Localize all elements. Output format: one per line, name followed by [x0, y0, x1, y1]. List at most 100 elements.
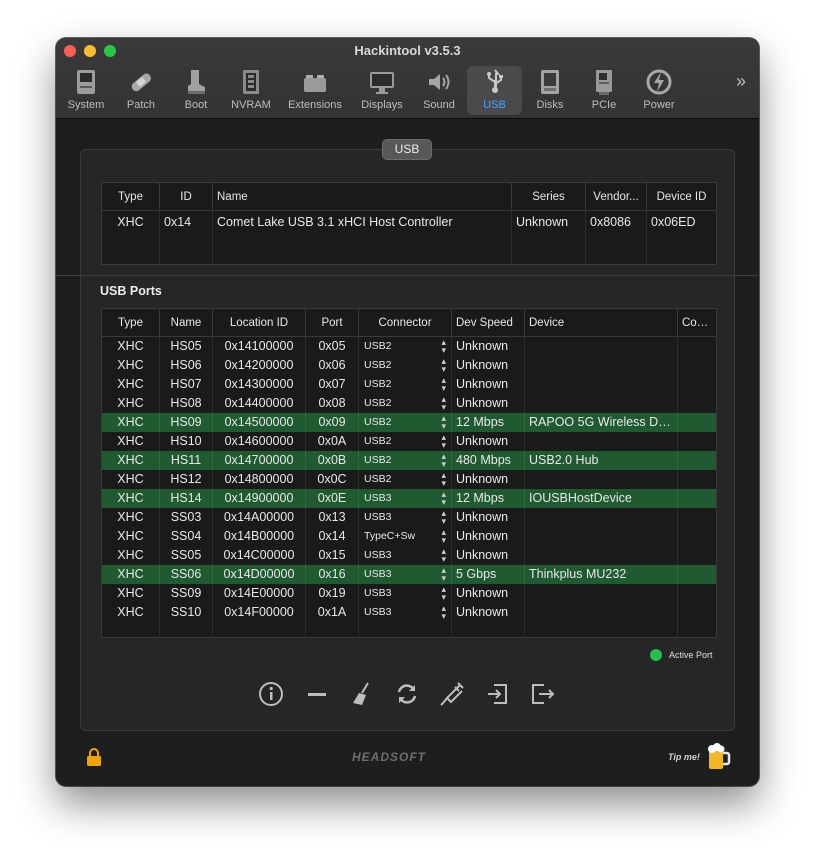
- lock-icon[interactable]: [85, 747, 103, 772]
- port-comment: [677, 564, 717, 584]
- port-row[interactable]: XHC HS10 0x14600000 0x0A USB2 ▴ ▾ Unknown: [101, 431, 717, 451]
- port-device: [524, 526, 678, 546]
- connector-value: USB3: [364, 606, 392, 618]
- port-device: Thinkplus MU232: [524, 564, 678, 584]
- port-row[interactable]: XHC SS10 0x14F00000 0x1A USB3 ▴ ▾ Unknown: [101, 602, 717, 622]
- port-connector-select[interactable]: USB2 ▴ ▾: [358, 431, 452, 451]
- port-connector-select[interactable]: USB2 ▴ ▾: [358, 336, 452, 356]
- toolbar-sound[interactable]: Sound: [414, 66, 464, 115]
- column-header[interactable]: Type: [101, 308, 160, 337]
- chevron-updown-icon: ▴ ▾: [441, 584, 446, 602]
- column-header[interactable]: Vendor...: [585, 182, 647, 211]
- port-row[interactable]: XHC HS07 0x14300000 0x07 USB2 ▴ ▾ Unknown: [101, 374, 717, 394]
- beer-mug-icon[interactable]: [706, 742, 732, 777]
- import-icon[interactable]: [483, 679, 513, 709]
- column-header[interactable]: Location ID: [212, 308, 306, 337]
- port-dev-speed: Unknown: [451, 431, 525, 451]
- column-header[interactable]: Device: [524, 308, 678, 337]
- port-row[interactable]: XHC SS06 0x14D00000 0x16 USB3 ▴ ▾ 5 Gbps Thinkpl…: [101, 564, 717, 584]
- port-connector-select[interactable]: USB2 ▴ ▾: [358, 355, 452, 375]
- remove-icon[interactable]: [302, 679, 332, 709]
- inject-syringe-icon[interactable]: [437, 679, 467, 709]
- column-header[interactable]: ID: [159, 182, 213, 211]
- connector-value: USB2: [364, 454, 392, 466]
- port-row[interactable]: XHC HS06 0x14200000 0x06 USB2 ▴ ▾ Unknown: [101, 355, 717, 375]
- column-header[interactable]: Comm: [677, 308, 717, 337]
- export-icon[interactable]: [528, 679, 558, 709]
- port-row[interactable]: XHC SS09 0x14E00000 0x19 USB3 ▴ ▾ Unknown: [101, 583, 717, 603]
- toolbar-nvram[interactable]: NVRAM: [226, 66, 276, 115]
- toolbar-boot[interactable]: Boot: [171, 66, 221, 115]
- column-header[interactable]: Port: [305, 308, 359, 337]
- port-device: USB2.0 Hub: [524, 450, 678, 470]
- port-connector-select[interactable]: USB3 ▴ ▾: [358, 545, 452, 565]
- chevron-updown-icon: ▴ ▾: [441, 527, 446, 545]
- toolbar-label: Displays: [361, 99, 403, 111]
- toolbar-system[interactable]: System: [61, 66, 111, 115]
- toolbar-usb[interactable]: USB: [467, 66, 522, 115]
- broom-icon[interactable]: [347, 679, 377, 709]
- column-header[interactable]: Device ID: [646, 182, 717, 211]
- port-connector-select[interactable]: USB3 ▴ ▾: [358, 583, 452, 603]
- column-header[interactable]: Name: [212, 182, 512, 211]
- port-row[interactable]: XHC HS11 0x14700000 0x0B USB2 ▴ ▾ 480 Mbps USB2.…: [101, 450, 717, 470]
- port-row[interactable]: XHC SS05 0x14C00000 0x15 USB3 ▴ ▾ Unknown: [101, 545, 717, 565]
- port-row[interactable]: XHC HS09 0x14500000 0x09 USB2 ▴ ▾ 12 Mbps RAPOO …: [101, 412, 717, 432]
- column-header[interactable]: Series: [511, 182, 586, 211]
- tip-me-label: Tip me!: [668, 752, 700, 762]
- window-title: Hackintool v3.5.3: [354, 43, 461, 58]
- port-type: XHC: [101, 431, 160, 451]
- port-name: SS09: [159, 583, 213, 603]
- port-row[interactable]: XHC SS04 0x14B00000 0x14 TypeC+Sw ▴ ▾ Unknown: [101, 526, 717, 546]
- table-filler: [101, 621, 717, 638]
- port-connector-select[interactable]: TypeC+Sw ▴ ▾: [358, 526, 452, 546]
- toolbar-label: Disks: [536, 99, 564, 111]
- port-connector-select[interactable]: USB3 ▴ ▾: [358, 564, 452, 584]
- column-header[interactable]: Name: [159, 308, 213, 337]
- port-connector-select[interactable]: USB2 ▴ ▾: [358, 374, 452, 394]
- controller-device-id: 0x06ED: [651, 215, 696, 229]
- toolbar-overflow-chevron-icon[interactable]: »: [736, 71, 746, 92]
- controller-table[interactable]: Type ID Name Series Vendor... Device ID …: [101, 182, 717, 265]
- port-connector-select[interactable]: USB2 ▴ ▾: [358, 450, 452, 470]
- port-row[interactable]: XHC HS14 0x14900000 0x0E USB3 ▴ ▾ 12 Mbps IOUSBH…: [101, 488, 717, 508]
- port-row[interactable]: XHC HS08 0x14400000 0x08 USB2 ▴ ▾ Unknown: [101, 393, 717, 413]
- toolbar-power[interactable]: Power: [634, 66, 684, 115]
- port-connector-select[interactable]: USB2 ▴ ▾: [358, 393, 452, 413]
- chevron-updown-icon: ▴ ▾: [441, 565, 446, 583]
- empty-cell: [305, 621, 359, 638]
- column-header[interactable]: Type: [101, 182, 160, 211]
- port-row[interactable]: XHC SS03 0x14A00000 0x13 USB3 ▴ ▾ Unknown: [101, 507, 717, 527]
- usb-ports-table[interactable]: Type Name Location ID Port Connector Dev…: [101, 308, 717, 638]
- chevron-updown-icon: ▴ ▾: [441, 394, 446, 412]
- port-row[interactable]: XHC HS12 0x14800000 0x0C USB2 ▴ ▾ Unknown: [101, 469, 717, 489]
- port-dev-speed: Unknown: [451, 336, 525, 356]
- toolbar-patch[interactable]: Patch: [116, 66, 166, 115]
- port-dev-speed: Unknown: [451, 469, 525, 489]
- port-connector-select[interactable]: USB3 ▴ ▾: [358, 602, 452, 622]
- port-connector-select[interactable]: USB3 ▴ ▾: [358, 507, 452, 527]
- port-row[interactable]: XHC HS05 0x14100000 0x05 USB2 ▴ ▾ Unknown: [101, 336, 717, 356]
- usb-ports-heading: USB Ports: [100, 284, 162, 298]
- port-connector-select[interactable]: USB2 ▴ ▾: [358, 412, 452, 432]
- toolbar-pcie[interactable]: PCIe: [579, 66, 629, 115]
- controller-row[interactable]: XHC 0x14 Comet Lake USB 3.1 xHCI Host Co…: [101, 210, 717, 265]
- connector-value: USB3: [364, 587, 392, 599]
- port-number: 0x15: [305, 545, 359, 565]
- toolbar-disks[interactable]: Disks: [525, 66, 575, 115]
- column-header[interactable]: Connector: [358, 308, 452, 337]
- refresh-icon[interactable]: [392, 679, 422, 709]
- port-connector-select[interactable]: USB2 ▴ ▾: [358, 469, 452, 489]
- connector-value: USB2: [364, 378, 392, 390]
- toolbar-extensions[interactable]: Extensions: [282, 66, 348, 115]
- info-icon[interactable]: [256, 679, 286, 709]
- port-type: XHC: [101, 583, 160, 603]
- port-connector-select[interactable]: USB3 ▴ ▾: [358, 488, 452, 508]
- port-device: [524, 583, 678, 603]
- toolbar-displays[interactable]: Displays: [356, 66, 408, 115]
- active-port-indicator: [650, 649, 662, 661]
- computer-icon: [72, 67, 100, 97]
- column-header[interactable]: Dev Speed: [451, 308, 525, 337]
- port-name: HS11: [159, 450, 213, 470]
- port-device: [524, 469, 678, 489]
